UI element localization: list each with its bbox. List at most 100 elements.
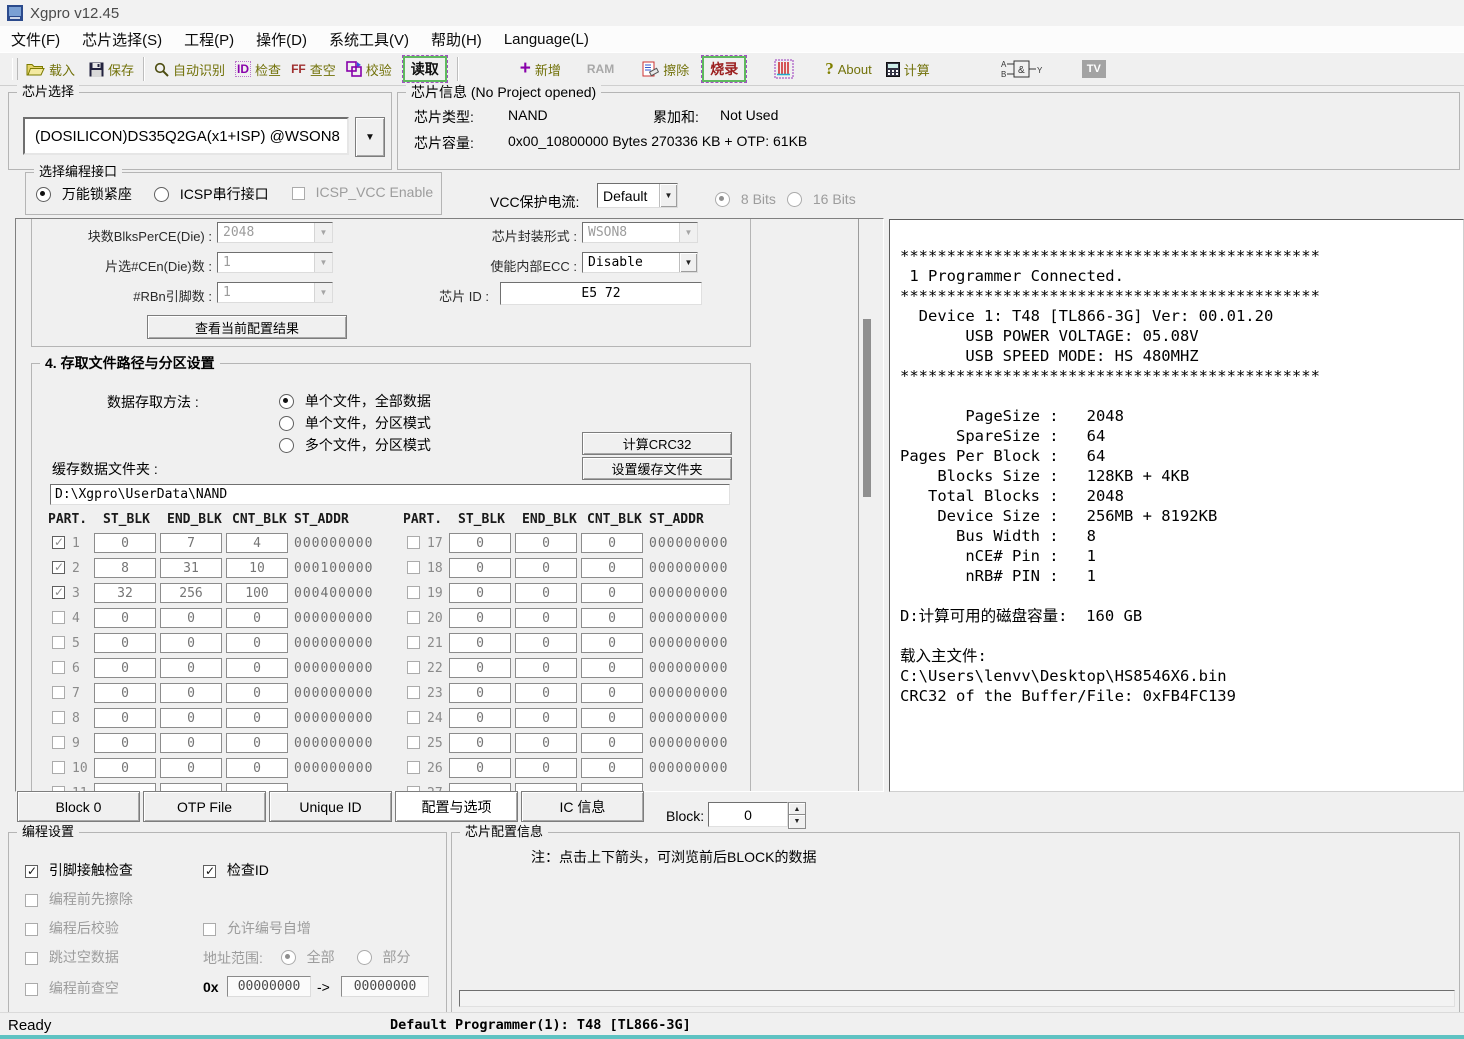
partition-st-blk-input[interactable] [449, 583, 511, 603]
method-radio-2[interactable] [279, 438, 294, 453]
partition-st-blk-input[interactable] [94, 758, 156, 778]
socket-radio-circle[interactable] [36, 187, 51, 202]
icsp-radio[interactable]: ICSP串行接口 [154, 184, 269, 204]
check-id-box[interactable] [203, 865, 216, 878]
partition-enable-checkbox[interactable] [407, 711, 420, 724]
method-option-single-part[interactable]: 单个文件，分区模式 [279, 413, 431, 433]
partition-enable-checkbox[interactable] [407, 636, 420, 649]
partition-st-blk-input[interactable] [94, 608, 156, 628]
about-button[interactable]: ? About [825, 59, 871, 79]
set-cache-folder-button[interactable]: 设置缓存文件夹 [582, 457, 732, 480]
verify-button[interactable]: 校验 [346, 60, 392, 79]
tab-config-options[interactable]: 配置与选项 [395, 791, 518, 822]
partition-enable-checkbox[interactable] [407, 686, 420, 699]
partition-end-blk-input[interactable] [160, 708, 222, 728]
partition-end-blk-input[interactable] [160, 558, 222, 578]
partition-enable-checkbox[interactable] [52, 611, 65, 624]
partition-enable-checkbox[interactable] [407, 611, 420, 624]
partition-end-blk-input[interactable] [515, 533, 577, 553]
chip-select-dropdown-button[interactable] [355, 117, 385, 157]
partition-end-blk-input[interactable] [160, 583, 222, 603]
menu-item[interactable]: 帮助(H) [420, 29, 493, 50]
partition-st-blk-input[interactable] [449, 708, 511, 728]
partition-cnt-blk-input[interactable] [226, 708, 288, 728]
calculator-button[interactable]: 计算 [886, 60, 930, 79]
method-radio-1[interactable] [279, 416, 294, 431]
partition-cnt-blk-input[interactable] [581, 733, 643, 753]
method-radio-0[interactable] [279, 394, 294, 409]
partition-cnt-blk-input[interactable] [581, 683, 643, 703]
tab-otp-file[interactable]: OTP File [143, 791, 266, 822]
partition-enable-checkbox[interactable] [52, 736, 65, 749]
addr-to-input[interactable] [341, 976, 429, 997]
check-id-checkbox[interactable]: 检查ID [203, 860, 269, 880]
ecc-arrow[interactable] [679, 253, 697, 272]
partition-end-blk-input[interactable] [515, 708, 577, 728]
partition-enable-checkbox[interactable] [52, 661, 65, 674]
method-option-multi-part[interactable]: 多个文件，分区模式 [279, 435, 431, 455]
partition-cnt-blk-input[interactable] [226, 608, 288, 628]
partition-cnt-blk-input[interactable] [226, 758, 288, 778]
partition-cnt-blk-input[interactable] [581, 758, 643, 778]
partition-cnt-blk-input[interactable] [226, 533, 288, 553]
partition-cnt-blk-input[interactable] [226, 583, 288, 603]
vertical-scrollbar[interactable] [858, 219, 875, 791]
partition-st-blk-input[interactable] [94, 633, 156, 653]
partition-end-blk-input[interactable] [515, 633, 577, 653]
partition-cnt-blk-input[interactable] [226, 733, 288, 753]
vcc-dropdown-arrow[interactable] [659, 184, 677, 207]
partition-cnt-blk-input[interactable] [581, 533, 643, 553]
partition-st-blk-input[interactable] [449, 733, 511, 753]
partition-end-blk-input[interactable] [160, 533, 222, 553]
tab-ic-info[interactable]: IC 信息 [521, 791, 644, 822]
load-button[interactable]: 载入 [26, 60, 75, 79]
partition-end-blk-input[interactable] [160, 758, 222, 778]
partition-st-blk-input[interactable] [449, 758, 511, 778]
partition-cnt-blk-input[interactable] [226, 683, 288, 703]
partition-enable-checkbox[interactable] [52, 586, 65, 599]
auto-identify-button[interactable]: 自动识别 [154, 60, 225, 79]
chip-test-button[interactable] [771, 58, 797, 81]
erase-button[interactable]: 擦除 [642, 60, 689, 79]
pin-check-checkbox[interactable]: 引脚接触检查 [25, 860, 133, 880]
cache-folder-input[interactable] [50, 484, 730, 505]
block-down-button[interactable] [788, 814, 806, 829]
menu-item[interactable]: 文件(F) [0, 29, 71, 50]
partition-cnt-blk-input[interactable] [581, 608, 643, 628]
read-button[interactable]: 读取 [402, 55, 448, 83]
scrollbar-thumb[interactable] [863, 319, 871, 497]
partition-st-blk-input[interactable] [94, 533, 156, 553]
partition-cnt-blk-input[interactable] [581, 658, 643, 678]
partition-cnt-blk-input[interactable] [226, 658, 288, 678]
save-button[interactable]: 保存 [89, 60, 134, 79]
partition-enable-checkbox[interactable] [407, 536, 420, 549]
partition-end-blk-input[interactable] [160, 683, 222, 703]
partition-cnt-blk-input[interactable] [581, 633, 643, 653]
partition-st-blk-input[interactable] [94, 708, 156, 728]
menu-item[interactable]: 芯片选择(S) [71, 29, 173, 50]
tab-block-0[interactable]: Block 0 [17, 791, 140, 822]
partition-end-blk-input[interactable] [160, 633, 222, 653]
add-button[interactable]: + 新增 [520, 60, 561, 79]
partition-end-blk-input[interactable] [160, 733, 222, 753]
logic-test-button[interactable]: A B & Y [1000, 58, 1046, 80]
partition-cnt-blk-input[interactable] [581, 583, 643, 603]
blank-check-button[interactable]: FF 查空 [291, 60, 336, 79]
partition-end-blk-input[interactable] [160, 658, 222, 678]
partition-st-blk-input[interactable] [94, 658, 156, 678]
partition-cnt-blk-input[interactable] [581, 708, 643, 728]
partition-enable-checkbox[interactable] [407, 561, 420, 574]
partition-cnt-blk-input[interactable] [581, 558, 643, 578]
tab-unique-id[interactable]: Unique ID [269, 791, 392, 822]
burn-button[interactable]: 烧录 [701, 55, 747, 83]
block-number-field[interactable]: 0 [708, 802, 788, 827]
partition-end-blk-input[interactable] [515, 733, 577, 753]
partition-cnt-blk-input[interactable] [226, 633, 288, 653]
partition-st-blk-input[interactable] [449, 683, 511, 703]
partition-end-blk-input[interactable] [515, 658, 577, 678]
ecc-combobox[interactable]: Disable [582, 252, 698, 273]
partition-st-blk-input[interactable] [449, 608, 511, 628]
view-config-button[interactable]: 查看当前配置结果 [147, 315, 347, 339]
icsp-radio-circle[interactable] [154, 187, 169, 202]
menu-item[interactable]: 工程(P) [173, 29, 245, 50]
